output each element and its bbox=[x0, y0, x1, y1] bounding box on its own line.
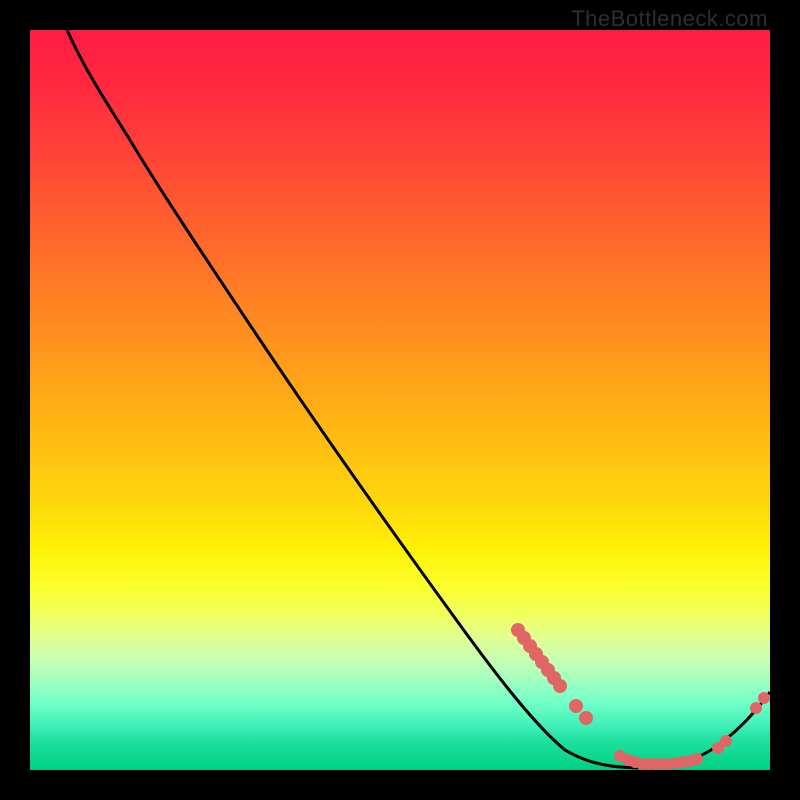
watermark-text: TheBottleneck.com bbox=[571, 6, 768, 32]
data-dots bbox=[511, 623, 770, 770]
chart-svg bbox=[30, 30, 770, 770]
bottleneck-curve bbox=[67, 30, 770, 768]
chart-plot-area bbox=[30, 30, 770, 770]
